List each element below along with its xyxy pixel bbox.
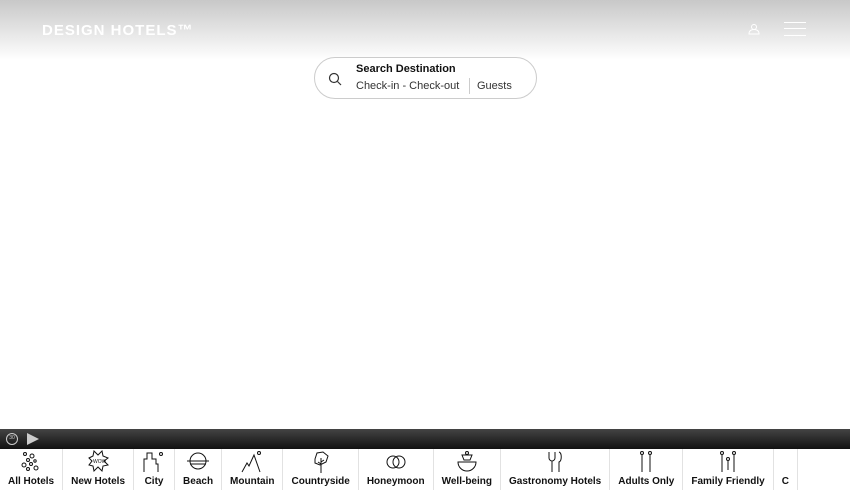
replay-30-icon[interactable]: 30 bbox=[6, 433, 18, 445]
category-countryside[interactable]: Countryside bbox=[283, 449, 359, 490]
category-label: Beach bbox=[183, 476, 214, 487]
mountain-icon bbox=[241, 451, 262, 473]
date-picker[interactable]: Check-in - Check-out bbox=[356, 80, 459, 92]
category-label: Family Friendly bbox=[691, 476, 765, 487]
video-controls bbox=[0, 429, 850, 449]
category-well-being[interactable]: Well-being bbox=[434, 449, 501, 490]
fork-knife-icon bbox=[548, 451, 562, 472]
category-label: Adults Only bbox=[618, 476, 675, 487]
adults-icon bbox=[640, 451, 653, 472]
beach-sun-icon bbox=[187, 452, 210, 470]
guests-picker[interactable]: Guests bbox=[477, 80, 512, 92]
logo[interactable]: DESIGN HOTELS™ bbox=[42, 22, 194, 39]
category-label: Well-being bbox=[441, 476, 492, 487]
video-caption: Hotelito at Musa bbox=[758, 422, 836, 429]
category-label: C bbox=[781, 476, 789, 487]
tree-icon bbox=[314, 451, 329, 473]
category-label: New Hotels bbox=[71, 476, 126, 487]
rings-icon bbox=[386, 455, 406, 469]
category-new-hotels[interactable]: WOW New Hotels bbox=[63, 449, 135, 490]
family-icon bbox=[720, 451, 737, 472]
category-honeymoon[interactable]: Honeymoon bbox=[359, 449, 434, 490]
category-label: All Hotels bbox=[8, 476, 55, 487]
category-adults-only[interactable]: Adults Only bbox=[610, 449, 684, 490]
search-destination[interactable]: Search Destination bbox=[356, 63, 456, 75]
category-all-hotels[interactable]: All Hotels bbox=[0, 449, 64, 490]
category-label: Mountain bbox=[230, 476, 275, 487]
category-c[interactable]: C bbox=[774, 449, 798, 490]
header: DESIGN HOTELS™ bbox=[0, 0, 850, 60]
category-mountain[interactable]: Mountain bbox=[222, 449, 284, 490]
category-label: City bbox=[144, 476, 164, 487]
city-icon bbox=[143, 452, 164, 472]
play-icon[interactable] bbox=[27, 433, 39, 445]
search-icon bbox=[328, 72, 342, 86]
category-label: Honeymoon bbox=[366, 476, 425, 487]
category-city[interactable]: City bbox=[134, 449, 176, 490]
user-icon[interactable] bbox=[748, 23, 760, 35]
category-family-friendly[interactable]: Family Friendly bbox=[683, 449, 774, 490]
category-bar: All Hotels WOW New Hotels City Beach Mountain… bbox=[0, 449, 798, 490]
stacked-bowls-icon bbox=[457, 451, 477, 472]
category-beach[interactable]: Beach bbox=[175, 449, 223, 490]
search-box[interactable]: Search Destination Check-in - Check-out … bbox=[314, 57, 537, 99]
svg-text:WOW: WOW bbox=[93, 459, 107, 465]
divider bbox=[469, 78, 470, 94]
category-label: Countryside bbox=[291, 476, 350, 487]
category-gastronomy-hotels[interactable]: Gastronomy Hotels bbox=[501, 449, 611, 490]
bubbles-icon bbox=[21, 452, 39, 471]
menu-icon[interactable] bbox=[784, 22, 806, 36]
wow-burst-icon: WOW bbox=[88, 450, 110, 473]
category-label: Gastronomy Hotels bbox=[508, 476, 602, 487]
